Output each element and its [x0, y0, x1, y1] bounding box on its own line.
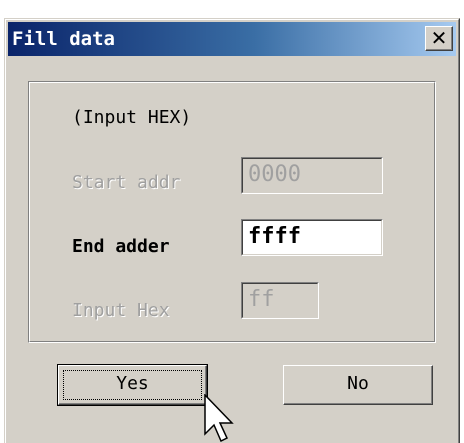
start-addr-field: 0000: [241, 157, 383, 194]
close-icon: ✕: [430, 26, 448, 50]
no-button[interactable]: No: [283, 365, 433, 405]
end-adder-field[interactable]: ffff: [241, 219, 383, 256]
mouse-pointer-icon: [204, 394, 234, 442]
fill-data-dialog: Fill data ✕ (Input HEX) Start addr 0000 …: [4, 18, 460, 443]
yes-button-label: Yes: [116, 373, 149, 394]
input-hex-field: ff: [241, 282, 319, 319]
title-bar[interactable]: Fill data ✕: [8, 22, 456, 56]
dialog-title: Fill data: [12, 28, 115, 50]
start-addr-label: Start addr: [72, 172, 181, 193]
input-hex-label: Input Hex: [72, 300, 170, 321]
group-header: (Input HEX): [72, 107, 192, 128]
end-adder-value: ffff: [248, 224, 301, 249]
no-button-label: No: [347, 373, 369, 394]
close-button[interactable]: ✕: [425, 26, 453, 51]
input-hex-value: ff: [248, 287, 275, 312]
end-adder-label: End adder: [72, 236, 170, 257]
input-group-box: (Input HEX) Start addr 0000 End adder ff…: [28, 81, 436, 343]
start-addr-value: 0000: [248, 162, 301, 187]
yes-button[interactable]: Yes: [57, 364, 208, 406]
